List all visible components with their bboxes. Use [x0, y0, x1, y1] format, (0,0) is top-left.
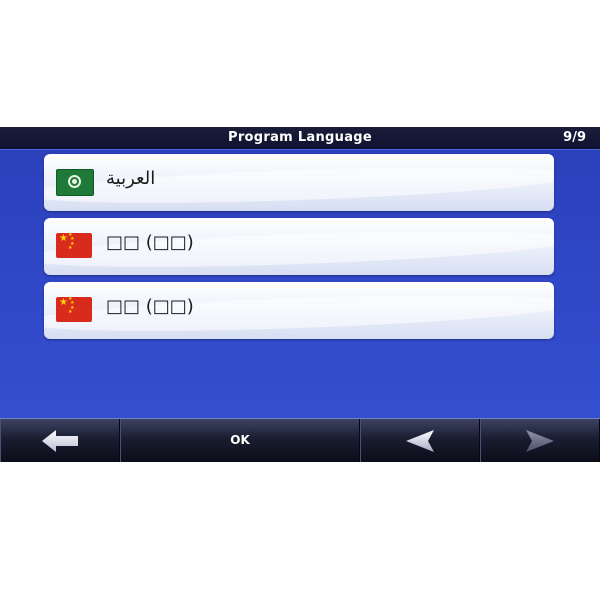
back-button[interactable]	[0, 419, 120, 462]
ok-button[interactable]: OK	[120, 419, 360, 462]
page-title: Program Language	[228, 130, 372, 145]
language-label: العربية	[106, 168, 156, 189]
right-triangle-icon	[526, 430, 554, 452]
language-item-chinese-2[interactable]: ★ ★ ★ ★ ★ □□ (□□)	[44, 282, 554, 339]
china-flag-icon: ★ ★ ★ ★ ★	[56, 233, 92, 258]
language-item-arabic[interactable]: العربية	[44, 154, 554, 211]
next-page-button[interactable]	[480, 419, 600, 462]
page-counter: 9/9	[563, 130, 586, 145]
ok-label: OK	[230, 433, 250, 447]
prev-page-button[interactable]	[360, 419, 480, 462]
back-arrow-icon	[42, 430, 78, 452]
language-screen: Program Language 9/9 العربية ★ ★ ★ ★ ★ □…	[0, 127, 600, 462]
language-label: □□ (□□)	[106, 296, 194, 317]
arab-league-flag-icon	[56, 169, 94, 196]
left-triangle-icon	[406, 430, 434, 452]
emblem-icon	[68, 175, 81, 188]
bottom-toolbar: OK	[0, 418, 600, 462]
language-item-chinese-1[interactable]: ★ ★ ★ ★ ★ □□ (□□)	[44, 218, 554, 275]
china-flag-icon: ★ ★ ★ ★ ★	[56, 297, 92, 322]
title-bar: Program Language 9/9	[0, 127, 600, 150]
language-label: □□ (□□)	[106, 232, 194, 253]
